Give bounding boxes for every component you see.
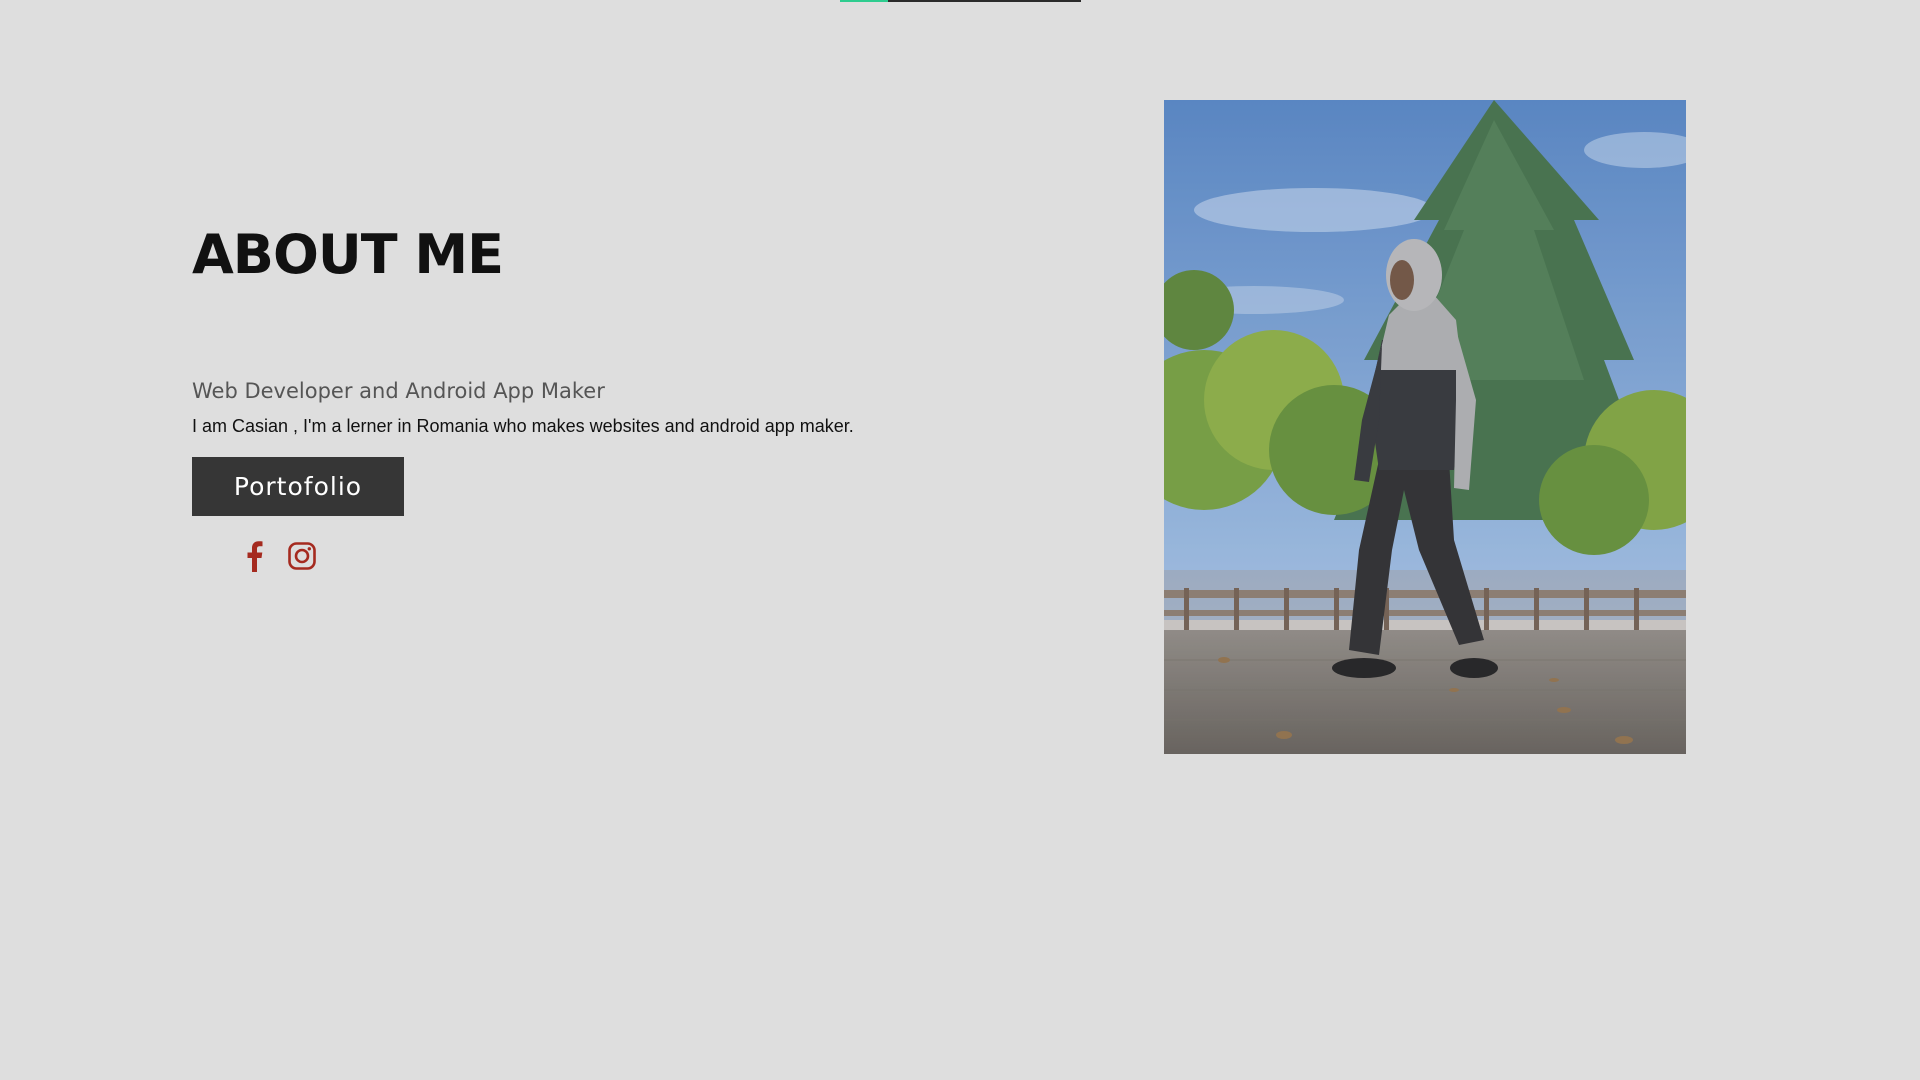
portfolio-button[interactable]: Portofolio <box>192 457 404 516</box>
about-section: ABOUT ME Web Developer and Android App M… <box>192 220 952 572</box>
facebook-icon[interactable] <box>238 540 270 572</box>
about-description: I am Casian , I'm a lerner in Romania wh… <box>192 416 854 436</box>
profile-photo <box>1164 100 1686 754</box>
about-page: ABOUT ME Web Developer and Android App M… <box>0 0 1920 1080</box>
role-subtitle: Web Developer and Android App Maker <box>192 379 605 403</box>
page-title: ABOUT ME <box>192 223 504 286</box>
social-links <box>238 540 952 572</box>
instagram-icon[interactable] <box>286 540 318 572</box>
scroll-progress-fill <box>840 0 889 2</box>
scroll-progress-bar <box>840 0 1081 2</box>
